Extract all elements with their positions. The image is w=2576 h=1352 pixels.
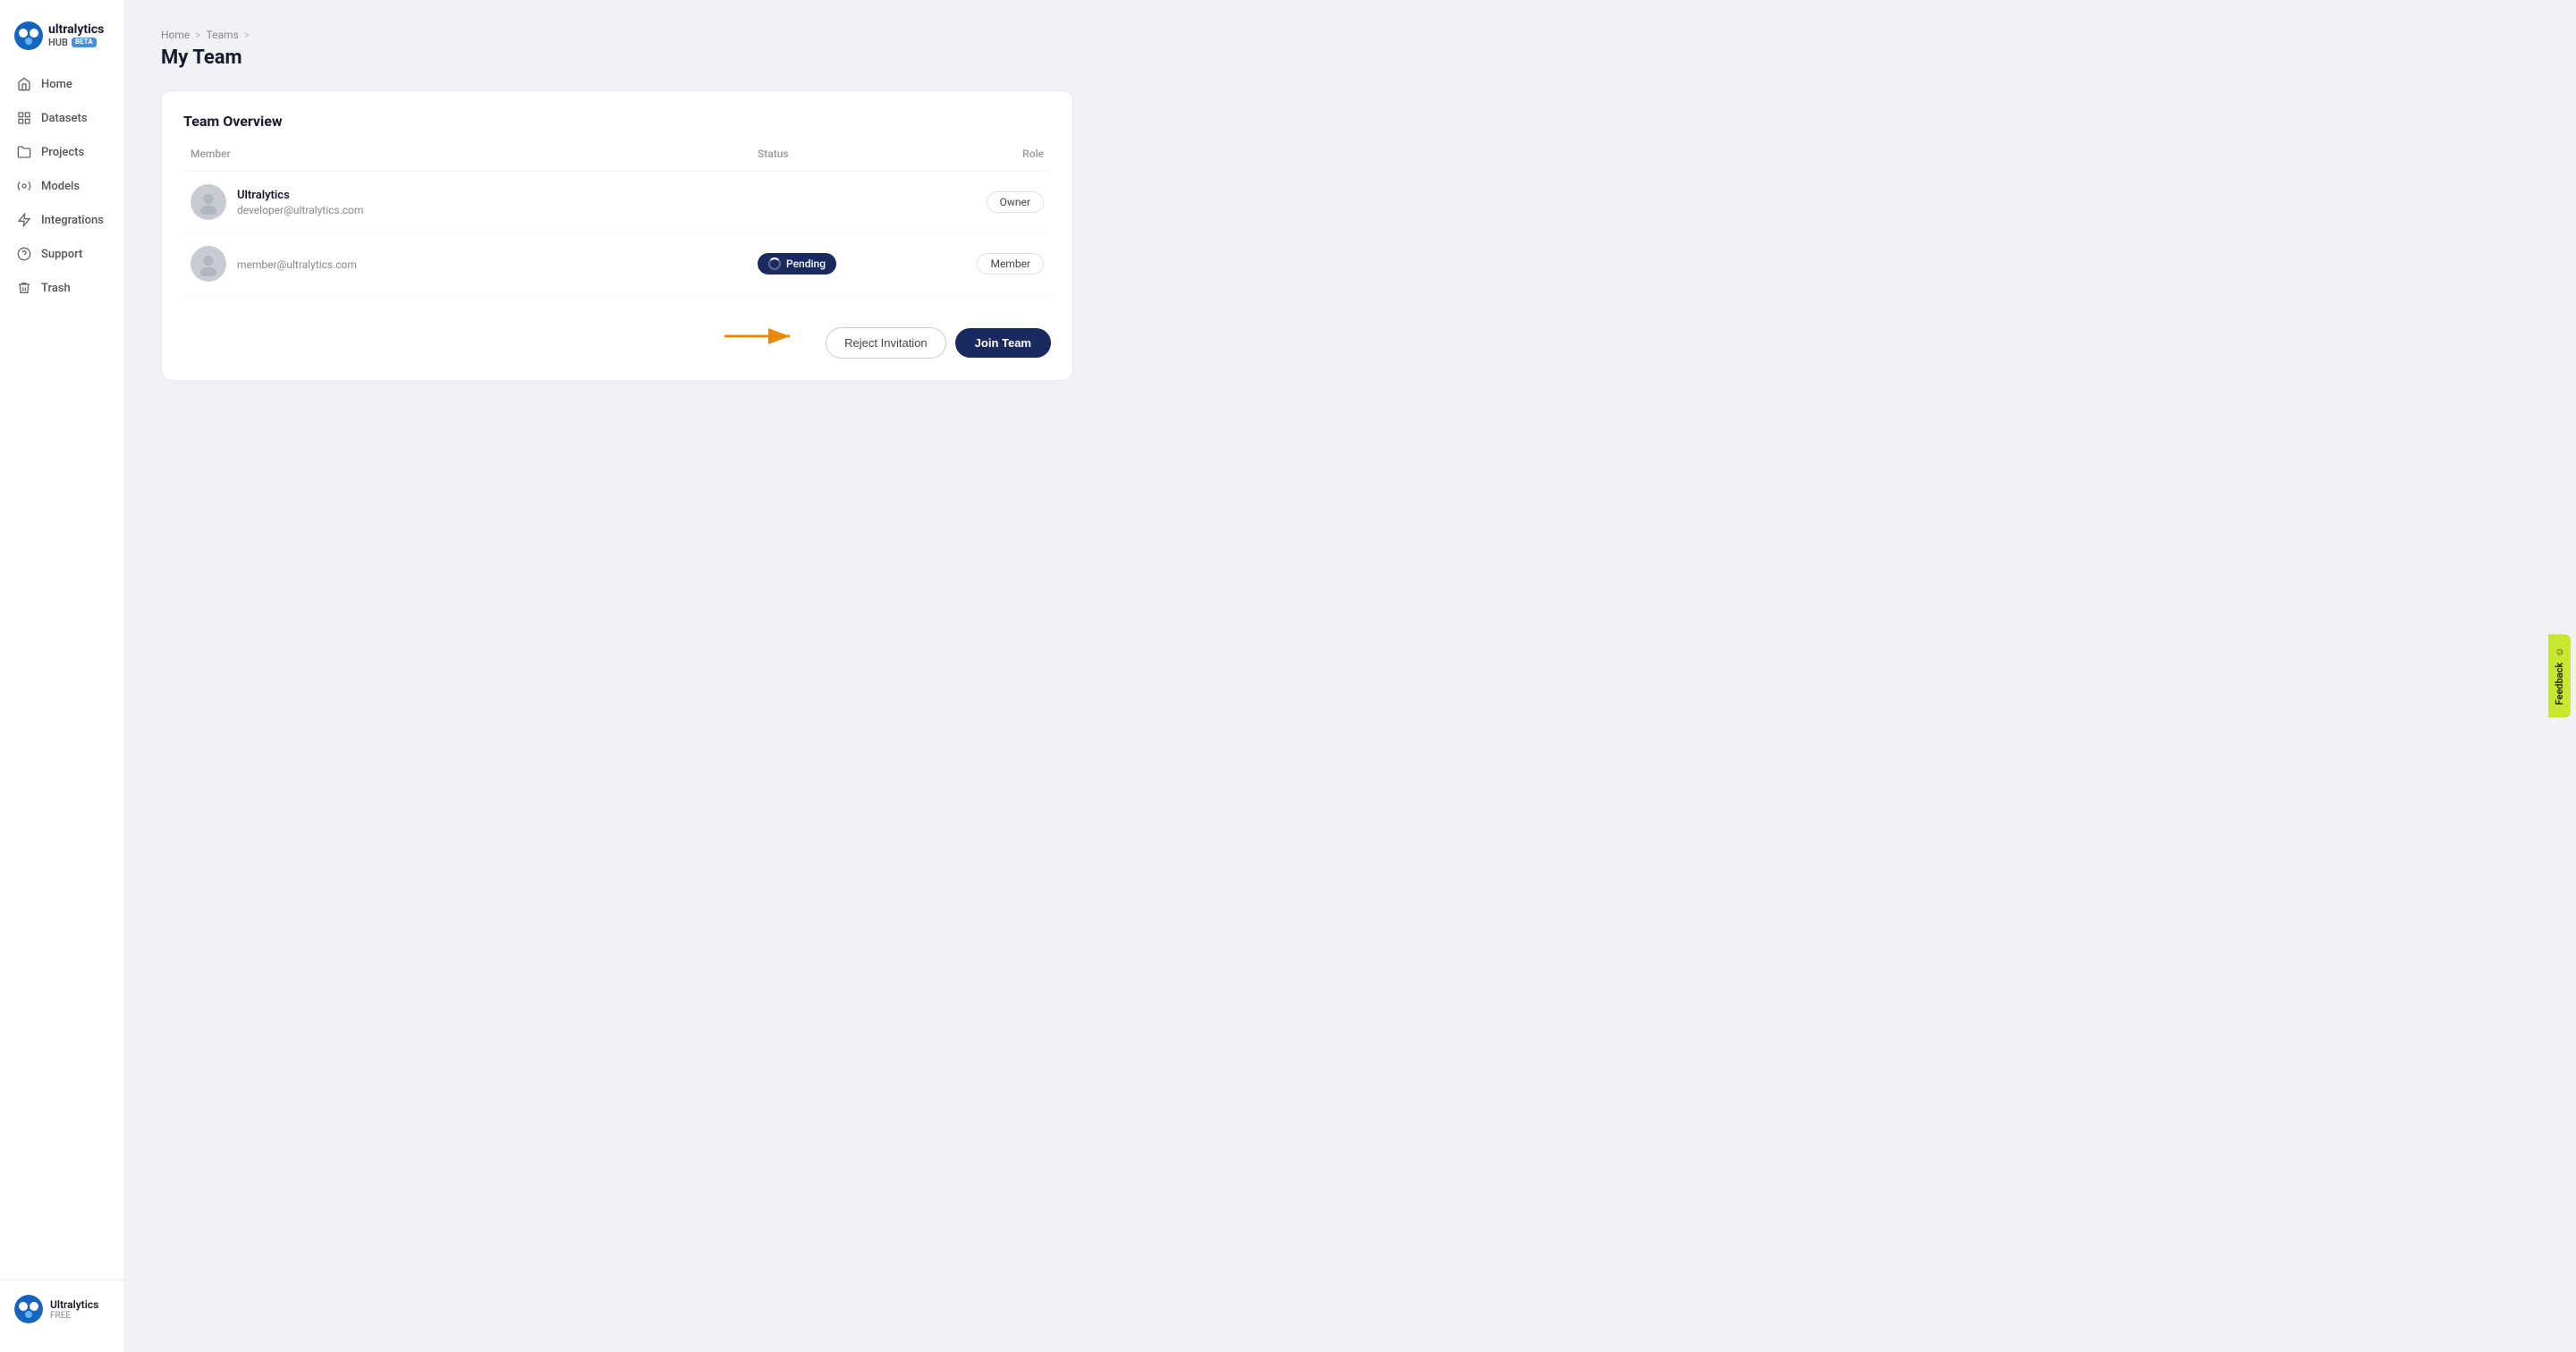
member-name-1: Ultralytics xyxy=(237,189,363,202)
col-member: Member xyxy=(191,148,758,160)
sidebar-item-home-label: Home xyxy=(41,78,72,91)
member-info-2: member@ultralytics.com xyxy=(191,246,758,282)
sidebar-item-projects-label: Projects xyxy=(41,146,84,159)
breadcrumb: Home > Teams > xyxy=(161,29,2540,41)
trash-icon xyxy=(16,280,32,296)
main-content: Home > Teams > My Team Team Overview Mem… xyxy=(125,0,2576,1352)
logo-hub: HUB xyxy=(48,38,68,48)
card-title: Team Overview xyxy=(183,113,1051,130)
role-badge-2: Member xyxy=(977,253,1044,275)
action-row: Reject Invitation Join Team xyxy=(183,313,1051,359)
join-team-button[interactable]: Join Team xyxy=(955,328,1051,358)
pending-badge: Pending xyxy=(758,253,836,275)
member-email-1: developer@ultralytics.com xyxy=(237,204,363,216)
sidebar-item-integrations-label: Integrations xyxy=(41,214,104,227)
user-plan: FREE xyxy=(50,1311,98,1321)
models-icon xyxy=(16,178,32,194)
feedback-tab[interactable]: Feedback ☺ xyxy=(2548,635,2571,718)
sidebar: ultralytics HUB BETA Home Datasets xyxy=(0,0,125,1352)
sidebar-item-models-label: Models xyxy=(41,180,80,193)
pending-spinner-icon xyxy=(768,258,781,270)
role-cell-1: Owner xyxy=(901,191,1044,213)
projects-icon xyxy=(16,144,32,160)
logo: ultralytics HUB BETA xyxy=(0,14,124,68)
sidebar-item-trash[interactable]: Trash xyxy=(7,272,117,304)
beta-badge: BETA xyxy=(72,38,97,47)
integrations-icon xyxy=(16,212,32,228)
sidebar-item-support-label: Support xyxy=(41,248,82,261)
ultralytics-logo-icon xyxy=(14,21,43,50)
support-icon xyxy=(16,246,32,262)
reject-invitation-button[interactable]: Reject Invitation xyxy=(826,327,946,359)
sidebar-item-support[interactable]: Support xyxy=(7,238,117,270)
sidebar-item-datasets[interactable]: Datasets xyxy=(7,102,117,134)
member-email-2: member@ultralytics.com xyxy=(237,258,357,271)
sidebar-item-datasets-label: Datasets xyxy=(41,112,88,125)
datasets-icon xyxy=(16,110,32,126)
table-row: member@ultralytics.com Pending Member xyxy=(183,233,1051,295)
logo-name: ultralytics xyxy=(48,23,104,37)
col-status: Status xyxy=(758,148,901,160)
sidebar-item-integrations[interactable]: Integrations xyxy=(7,204,117,236)
home-icon xyxy=(16,76,32,92)
avatar-1 xyxy=(191,184,226,220)
role-cell-2: Member xyxy=(901,253,1044,275)
member-info-1: Ultralytics developer@ultralytics.com xyxy=(191,184,758,220)
arrow-annotation xyxy=(720,323,801,350)
sidebar-item-models[interactable]: Models xyxy=(7,170,117,202)
avatar-2 xyxy=(191,246,226,282)
feedback-icon: ☺ xyxy=(2554,647,2565,657)
team-overview-card: Team Overview Member Status Role Ultraly… xyxy=(161,90,1073,381)
role-badge-1: Owner xyxy=(987,191,1044,213)
sidebar-item-projects[interactable]: Projects xyxy=(7,136,117,168)
breadcrumb-teams[interactable]: Teams xyxy=(207,29,239,41)
sidebar-nav: Home Datasets Projects Models xyxy=(0,68,124,1280)
user-info[interactable]: Ultralytics FREE xyxy=(14,1295,110,1323)
arrow-icon xyxy=(720,323,801,350)
feedback-label: Feedback xyxy=(2554,663,2565,706)
status-cell-2: Pending xyxy=(758,253,901,275)
sidebar-item-home[interactable]: Home xyxy=(7,68,117,100)
col-role: Role xyxy=(901,148,1044,160)
user-name: Ultralytics xyxy=(50,1298,98,1311)
breadcrumb-home[interactable]: Home xyxy=(161,29,190,41)
page-title: My Team xyxy=(161,46,2540,69)
sidebar-item-trash-label: Trash xyxy=(41,282,71,295)
pending-label: Pending xyxy=(786,258,826,270)
avatar xyxy=(14,1295,43,1323)
table-header: Member Status Role xyxy=(183,148,1051,172)
table-row: Ultralytics developer@ultralytics.com Ow… xyxy=(183,172,1051,233)
sidebar-bottom: Ultralytics FREE xyxy=(0,1280,124,1338)
